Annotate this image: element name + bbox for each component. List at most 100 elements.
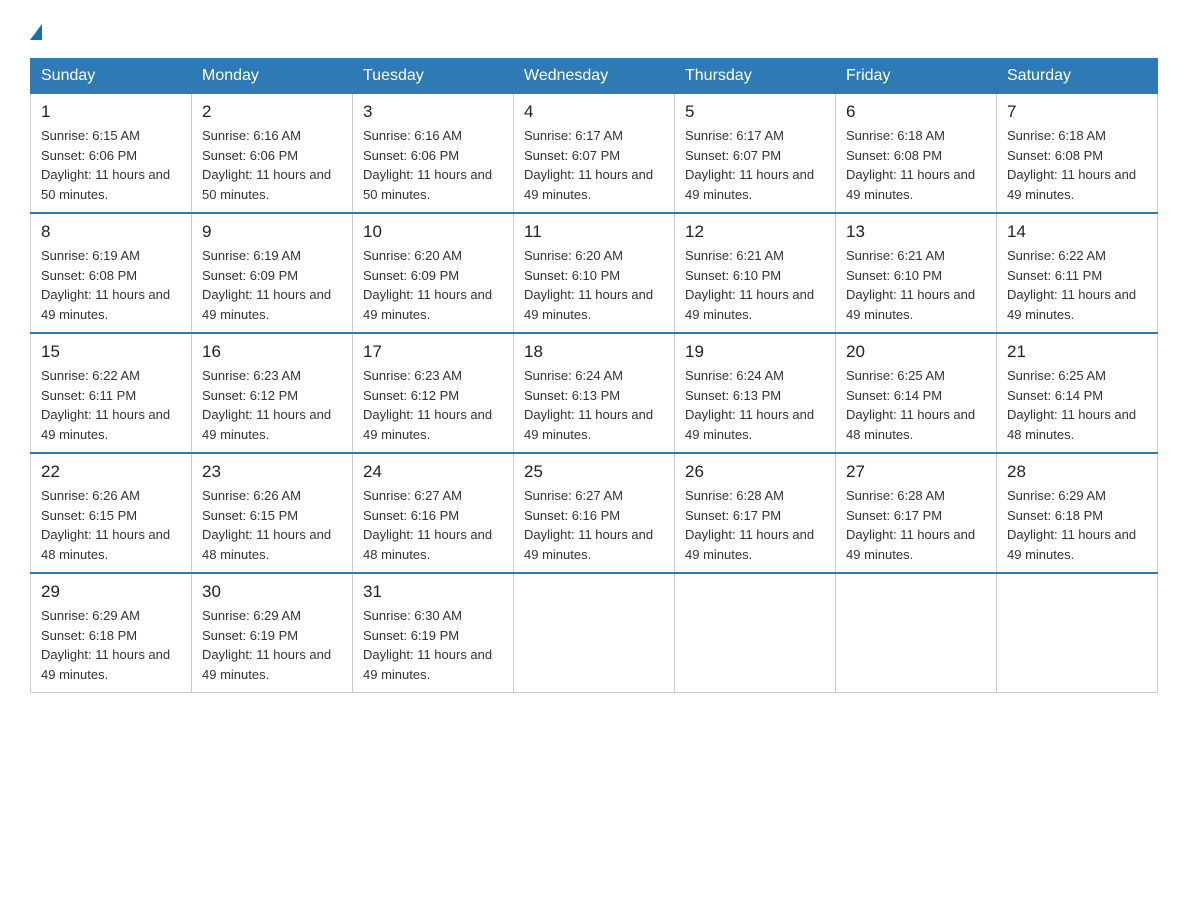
day-number: 5	[685, 102, 825, 122]
calendar-cell: 30Sunrise: 6:29 AMSunset: 6:19 PMDayligh…	[192, 573, 353, 693]
weekday-header-friday: Friday	[836, 59, 997, 94]
day-number: 9	[202, 222, 342, 242]
calendar-week-row: 15Sunrise: 6:22 AMSunset: 6:11 PMDayligh…	[31, 333, 1158, 453]
day-info: Sunrise: 6:24 AMSunset: 6:13 PMDaylight:…	[524, 366, 664, 444]
day-info: Sunrise: 6:18 AMSunset: 6:08 PMDaylight:…	[846, 126, 986, 204]
day-info: Sunrise: 6:26 AMSunset: 6:15 PMDaylight:…	[202, 486, 342, 564]
calendar-cell: 3Sunrise: 6:16 AMSunset: 6:06 PMDaylight…	[353, 94, 514, 214]
day-info: Sunrise: 6:21 AMSunset: 6:10 PMDaylight:…	[846, 246, 986, 324]
day-number: 14	[1007, 222, 1147, 242]
day-info: Sunrise: 6:20 AMSunset: 6:10 PMDaylight:…	[524, 246, 664, 324]
page-header	[30, 20, 1158, 38]
calendar-cell: 16 Sunrise: 6:23 AMSunset: 6:12 PMDayligh…	[192, 333, 353, 453]
logo	[30, 20, 42, 38]
calendar-week-row: 1 Sunrise: 6:15 AMSunset: 6:06 PMDaylight…	[31, 94, 1158, 214]
calendar-cell: 12 Sunrise: 6:21 AMSunset: 6:10 PMDayligh…	[675, 213, 836, 333]
day-number: 16	[202, 342, 342, 362]
day-info: Sunrise: 6:17 AMSunset: 6:07 PMDaylight:…	[685, 126, 825, 204]
calendar-cell: 18 Sunrise: 6:24 AMSunset: 6:13 PMDayligh…	[514, 333, 675, 453]
day-info: Sunrise: 6:16 AMSunset: 6:06 PMDaylight:…	[202, 126, 342, 204]
day-number: 10	[363, 222, 503, 242]
day-number: 23	[202, 462, 342, 482]
calendar-cell	[836, 573, 997, 693]
day-info: Sunrise: 6:27 AMSunset: 6:16 PMDaylight:…	[363, 486, 503, 564]
day-number: 24	[363, 462, 503, 482]
calendar-cell: 26 Sunrise: 6:28 AMSunset: 6:17 PMDayligh…	[675, 453, 836, 573]
day-number: 25	[524, 462, 664, 482]
day-info: Sunrise: 6:24 AMSunset: 6:13 PMDaylight:…	[685, 366, 825, 444]
day-number: 4	[524, 102, 664, 122]
calendar-cell: 7Sunrise: 6:18 AMSunset: 6:08 PMDaylight…	[997, 94, 1158, 214]
weekday-header-monday: Monday	[192, 59, 353, 94]
day-number: 28	[1007, 462, 1147, 482]
day-number: 26	[685, 462, 825, 482]
logo-text-block	[30, 20, 42, 38]
calendar-table: SundayMondayTuesdayWednesdayThursdayFrid…	[30, 58, 1158, 693]
calendar-cell: 13 Sunrise: 6:21 AMSunset: 6:10 PMDayligh…	[836, 213, 997, 333]
day-info: Sunrise: 6:21 AMSunset: 6:10 PMDaylight:…	[685, 246, 825, 324]
day-number: 22	[41, 462, 181, 482]
day-info: Sunrise: 6:29 AMSunset: 6:18 PMDaylight:…	[1007, 486, 1147, 564]
weekday-header-row: SundayMondayTuesdayWednesdayThursdayFrid…	[31, 59, 1158, 94]
calendar-cell: 24 Sunrise: 6:27 AMSunset: 6:16 PMDayligh…	[353, 453, 514, 573]
calendar-cell: 23 Sunrise: 6:26 AMSunset: 6:15 PMDayligh…	[192, 453, 353, 573]
day-info: Sunrise: 6:23 AMSunset: 6:12 PMDaylight:…	[363, 366, 503, 444]
calendar-cell: 19 Sunrise: 6:24 AMSunset: 6:13 PMDayligh…	[675, 333, 836, 453]
calendar-cell: 15Sunrise: 6:22 AMSunset: 6:11 PMDayligh…	[31, 333, 192, 453]
weekday-header-saturday: Saturday	[997, 59, 1158, 94]
calendar-cell: 6 Sunrise: 6:18 AMSunset: 6:08 PMDaylight…	[836, 94, 997, 214]
calendar-cell: 8Sunrise: 6:19 AMSunset: 6:08 PMDaylight…	[31, 213, 192, 333]
day-number: 12	[685, 222, 825, 242]
logo-icon	[30, 24, 42, 40]
day-info: Sunrise: 6:25 AMSunset: 6:14 PMDaylight:…	[1007, 366, 1147, 444]
weekday-header-wednesday: Wednesday	[514, 59, 675, 94]
day-number: 13	[846, 222, 986, 242]
day-info: Sunrise: 6:15 AMSunset: 6:06 PMDaylight:…	[41, 126, 181, 204]
calendar-cell: 31 Sunrise: 6:30 AMSunset: 6:19 PMDayligh…	[353, 573, 514, 693]
day-info: Sunrise: 6:19 AMSunset: 6:09 PMDaylight:…	[202, 246, 342, 324]
day-number: 17	[363, 342, 503, 362]
calendar-cell: 25 Sunrise: 6:27 AMSunset: 6:16 PMDayligh…	[514, 453, 675, 573]
weekday-header-tuesday: Tuesday	[353, 59, 514, 94]
day-number: 7	[1007, 102, 1147, 122]
day-number: 3	[363, 102, 503, 122]
calendar-cell: 5 Sunrise: 6:17 AMSunset: 6:07 PMDaylight…	[675, 94, 836, 214]
calendar-cell: 4 Sunrise: 6:17 AMSunset: 6:07 PMDaylight…	[514, 94, 675, 214]
day-number: 29	[41, 582, 181, 602]
weekday-header-sunday: Sunday	[31, 59, 192, 94]
day-number: 19	[685, 342, 825, 362]
calendar-week-row: 29 Sunrise: 6:29 AMSunset: 6:18 PMDayligh…	[31, 573, 1158, 693]
day-info: Sunrise: 6:29 AMSunset: 6:18 PMDaylight:…	[41, 606, 181, 684]
calendar-cell: 2 Sunrise: 6:16 AMSunset: 6:06 PMDaylight…	[192, 94, 353, 214]
day-info: Sunrise: 6:25 AMSunset: 6:14 PMDaylight:…	[846, 366, 986, 444]
day-info: Sunrise: 6:28 AMSunset: 6:17 PMDaylight:…	[846, 486, 986, 564]
day-number: 1	[41, 102, 181, 122]
calendar-cell: 28 Sunrise: 6:29 AMSunset: 6:18 PMDayligh…	[997, 453, 1158, 573]
day-number: 18	[524, 342, 664, 362]
day-info: Sunrise: 6:27 AMSunset: 6:16 PMDaylight:…	[524, 486, 664, 564]
calendar-cell	[675, 573, 836, 693]
day-info: Sunrise: 6:26 AMSunset: 6:15 PMDaylight:…	[41, 486, 181, 564]
calendar-week-row: 8Sunrise: 6:19 AMSunset: 6:08 PMDaylight…	[31, 213, 1158, 333]
calendar-cell: 11Sunrise: 6:20 AMSunset: 6:10 PMDayligh…	[514, 213, 675, 333]
calendar-cell: 14 Sunrise: 6:22 AMSunset: 6:11 PMDayligh…	[997, 213, 1158, 333]
day-number: 21	[1007, 342, 1147, 362]
day-number: 6	[846, 102, 986, 122]
day-info: Sunrise: 6:28 AMSunset: 6:17 PMDaylight:…	[685, 486, 825, 564]
calendar-cell	[997, 573, 1158, 693]
day-info: Sunrise: 6:22 AMSunset: 6:11 PMDaylight:…	[1007, 246, 1147, 324]
day-number: 27	[846, 462, 986, 482]
day-info: Sunrise: 6:23 AMSunset: 6:12 PMDaylight:…	[202, 366, 342, 444]
day-number: 2	[202, 102, 342, 122]
calendar-cell	[514, 573, 675, 693]
day-info: Sunrise: 6:20 AMSunset: 6:09 PMDaylight:…	[363, 246, 503, 324]
day-number: 31	[363, 582, 503, 602]
weekday-header-thursday: Thursday	[675, 59, 836, 94]
day-info: Sunrise: 6:17 AMSunset: 6:07 PMDaylight:…	[524, 126, 664, 204]
day-info: Sunrise: 6:30 AMSunset: 6:19 PMDaylight:…	[363, 606, 503, 684]
calendar-cell: 27 Sunrise: 6:28 AMSunset: 6:17 PMDayligh…	[836, 453, 997, 573]
calendar-cell: 20 Sunrise: 6:25 AMSunset: 6:14 PMDayligh…	[836, 333, 997, 453]
calendar-cell: 29 Sunrise: 6:29 AMSunset: 6:18 PMDayligh…	[31, 573, 192, 693]
day-info: Sunrise: 6:29 AMSunset: 6:19 PMDaylight:…	[202, 606, 342, 684]
day-number: 20	[846, 342, 986, 362]
